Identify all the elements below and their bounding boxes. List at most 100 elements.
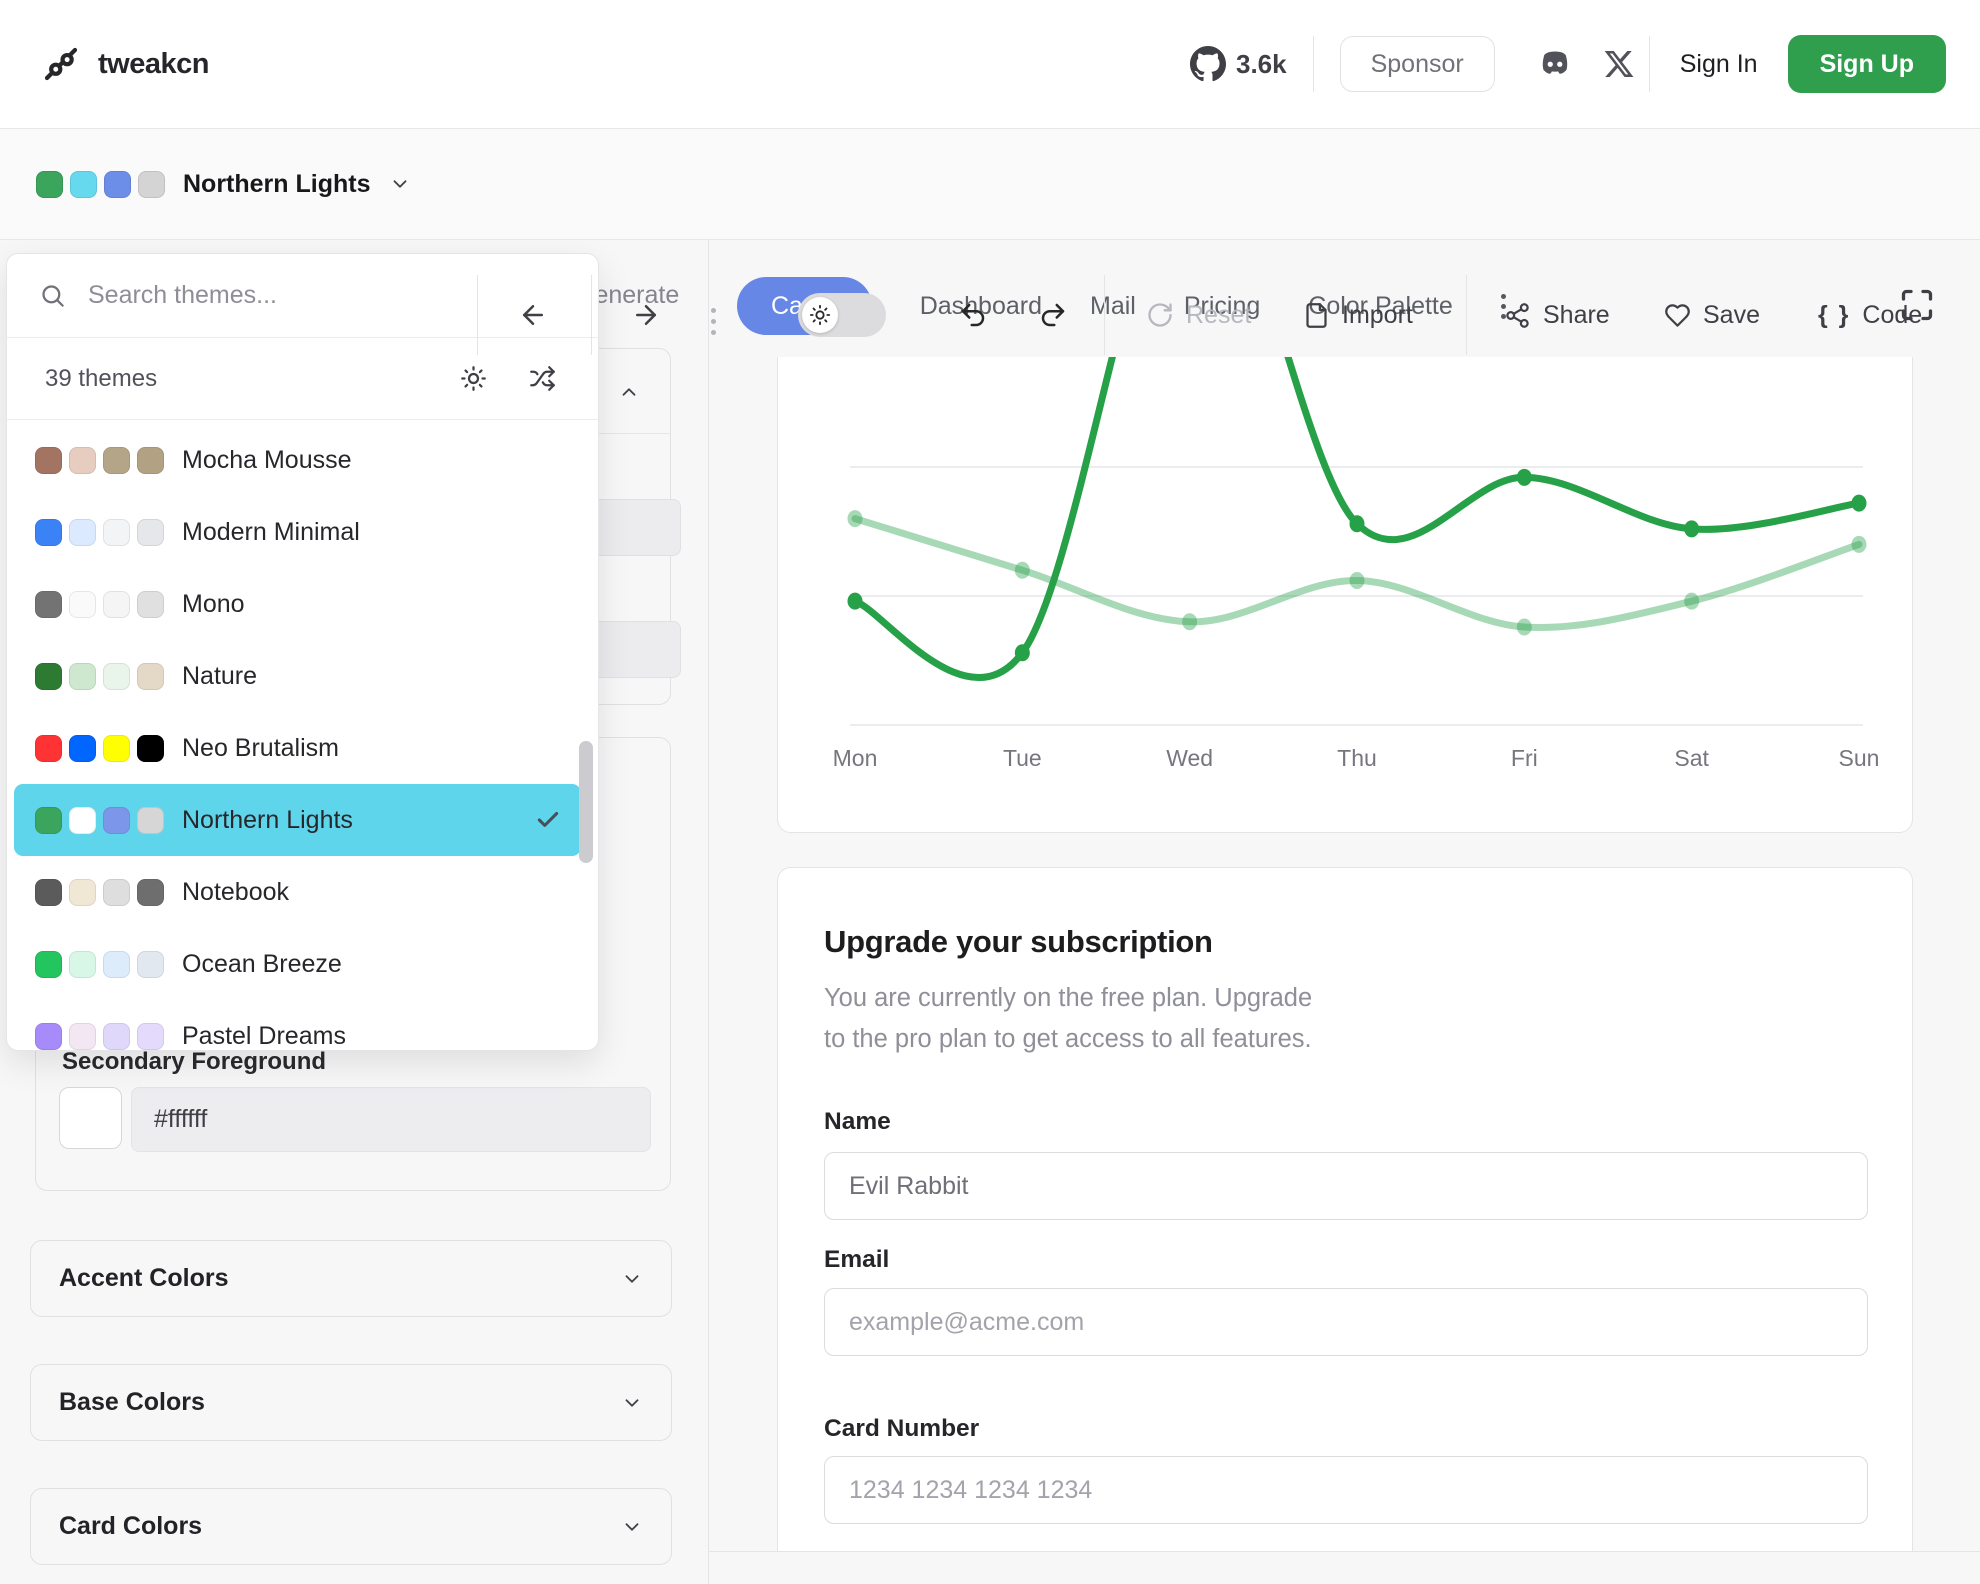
color-swatch [137,519,164,546]
theme-list-item[interactable]: Ocean Breeze [14,928,581,1000]
theme-name: Mocha Mousse [182,446,352,475]
random-theme-button[interactable] [529,365,556,392]
sidebar-section-base-colors[interactable]: Base Colors [30,1364,672,1441]
color-swatch [138,171,165,198]
heart-icon [1664,302,1691,329]
color-swatch [103,1023,130,1050]
sign-up-button[interactable]: Sign Up [1788,35,1946,93]
next-theme-button[interactable] [624,293,668,337]
data-point [1182,613,1197,630]
search-icon [39,282,66,309]
theme-search-input[interactable] [88,281,566,310]
chevron-down-icon [621,1516,643,1538]
theme-selector[interactable]: Northern Lights [36,129,411,239]
theme-list-item[interactable]: Modern Minimal [14,496,581,568]
theme-swatches [35,951,164,978]
panel-divider[interactable] [708,133,709,1584]
name-field[interactable] [824,1152,1868,1220]
theme-list-item[interactable]: Neo Brutalism [14,712,581,784]
data-point [848,510,863,527]
theme-list-item[interactable]: Northern Lights [14,784,581,856]
sun-icon [460,365,487,392]
sign-in-button[interactable]: Sign In [1680,50,1758,79]
theme-swatches [35,447,164,474]
theme-list-item[interactable]: Mocha Mousse [14,424,581,496]
theme-list-item[interactable]: Nature [14,640,581,712]
color-swatch [103,447,130,474]
tweakcn-logo-icon [40,43,82,85]
scrollbar-thumb[interactable] [579,741,593,863]
brand-name: tweakcn [98,48,209,81]
color-swatch [35,1023,62,1050]
data-point [1851,536,1866,553]
undo-button[interactable] [951,293,995,337]
code-button[interactable]: { } Code [1818,289,1922,341]
preview-viewport: MonTueWedThuFriSatSun Upgrade your subsc… [709,357,1980,1552]
panel-resize-grip[interactable] [707,296,719,346]
theme-swatches [35,1023,164,1050]
theme-swatches [35,735,164,762]
sidebar-section-card-colors[interactable]: Card Colors [30,1488,672,1565]
color-swatch [35,663,62,690]
color-swatch [104,171,131,198]
color-swatch [137,807,164,834]
chevron-down-icon [389,173,411,195]
sidebar-section-accent-colors[interactable]: Accent Colors [30,1240,672,1317]
theme-name: Mono [182,590,245,619]
undo-icon [958,300,988,330]
preview-mode-button[interactable] [460,365,487,392]
discord-icon[interactable] [1535,44,1575,84]
color-swatch [36,171,63,198]
secondary-foreground-swatch[interactable] [59,1087,122,1149]
color-swatch [69,447,96,474]
x-axis-label: Tue [1003,745,1042,771]
card-number-field[interactable] [824,1456,1868,1524]
shuffle-icon [529,365,556,392]
color-swatch [103,663,130,690]
data-point [1517,469,1532,486]
divider [477,275,478,355]
secondary-foreground-hex-input[interactable] [131,1087,651,1152]
theme-swatches [35,879,164,906]
color-swatch [35,591,62,618]
x-icon[interactable] [1603,48,1635,80]
data-point [1349,515,1364,532]
reset-button[interactable]: Reset [1146,289,1251,341]
sponsor-button[interactable]: Sponsor [1340,36,1495,92]
save-button[interactable]: Save [1664,289,1760,341]
theme-swatches [36,171,165,198]
section-label: Accent Colors [59,1264,228,1293]
email-field[interactable] [824,1288,1868,1356]
divider [1649,36,1650,92]
share-button[interactable]: Share [1504,289,1610,341]
x-axis-label: Wed [1166,745,1213,771]
theme-list-item[interactable]: Notebook [14,856,581,928]
color-swatch [35,735,62,762]
light-dark-toggle[interactable] [798,293,886,337]
brand[interactable]: tweakcn [40,0,209,128]
color-swatch [35,807,62,834]
color-swatch [103,735,130,762]
selected-theme-name: Northern Lights [183,170,371,199]
tab-mail[interactable]: Mail [1090,292,1136,321]
data-point [1349,572,1364,589]
check-icon [535,807,561,833]
prev-theme-button[interactable] [511,293,555,337]
theme-swatches [35,519,164,546]
theme-list-item[interactable]: Mono [14,568,581,640]
redo-button[interactable] [1031,293,1075,337]
color-swatch [69,1023,96,1050]
arrow-left-icon [518,300,548,330]
color-swatch [103,807,130,834]
theme-search-row [7,254,598,338]
theme-name: Notebook [182,878,289,907]
theme-list-item[interactable]: Pastel Dreams [14,1000,581,1051]
editor-toolbar: Northern Lights Reset Import Share [0,129,1980,240]
color-swatch [69,807,96,834]
github-icon[interactable] [1190,46,1226,82]
email-label: Email [824,1246,889,1274]
sun-icon [809,304,831,326]
import-button[interactable]: Import [1303,289,1413,341]
x-axis-label: Thu [1337,745,1377,771]
chevron-down-icon [621,1392,643,1414]
